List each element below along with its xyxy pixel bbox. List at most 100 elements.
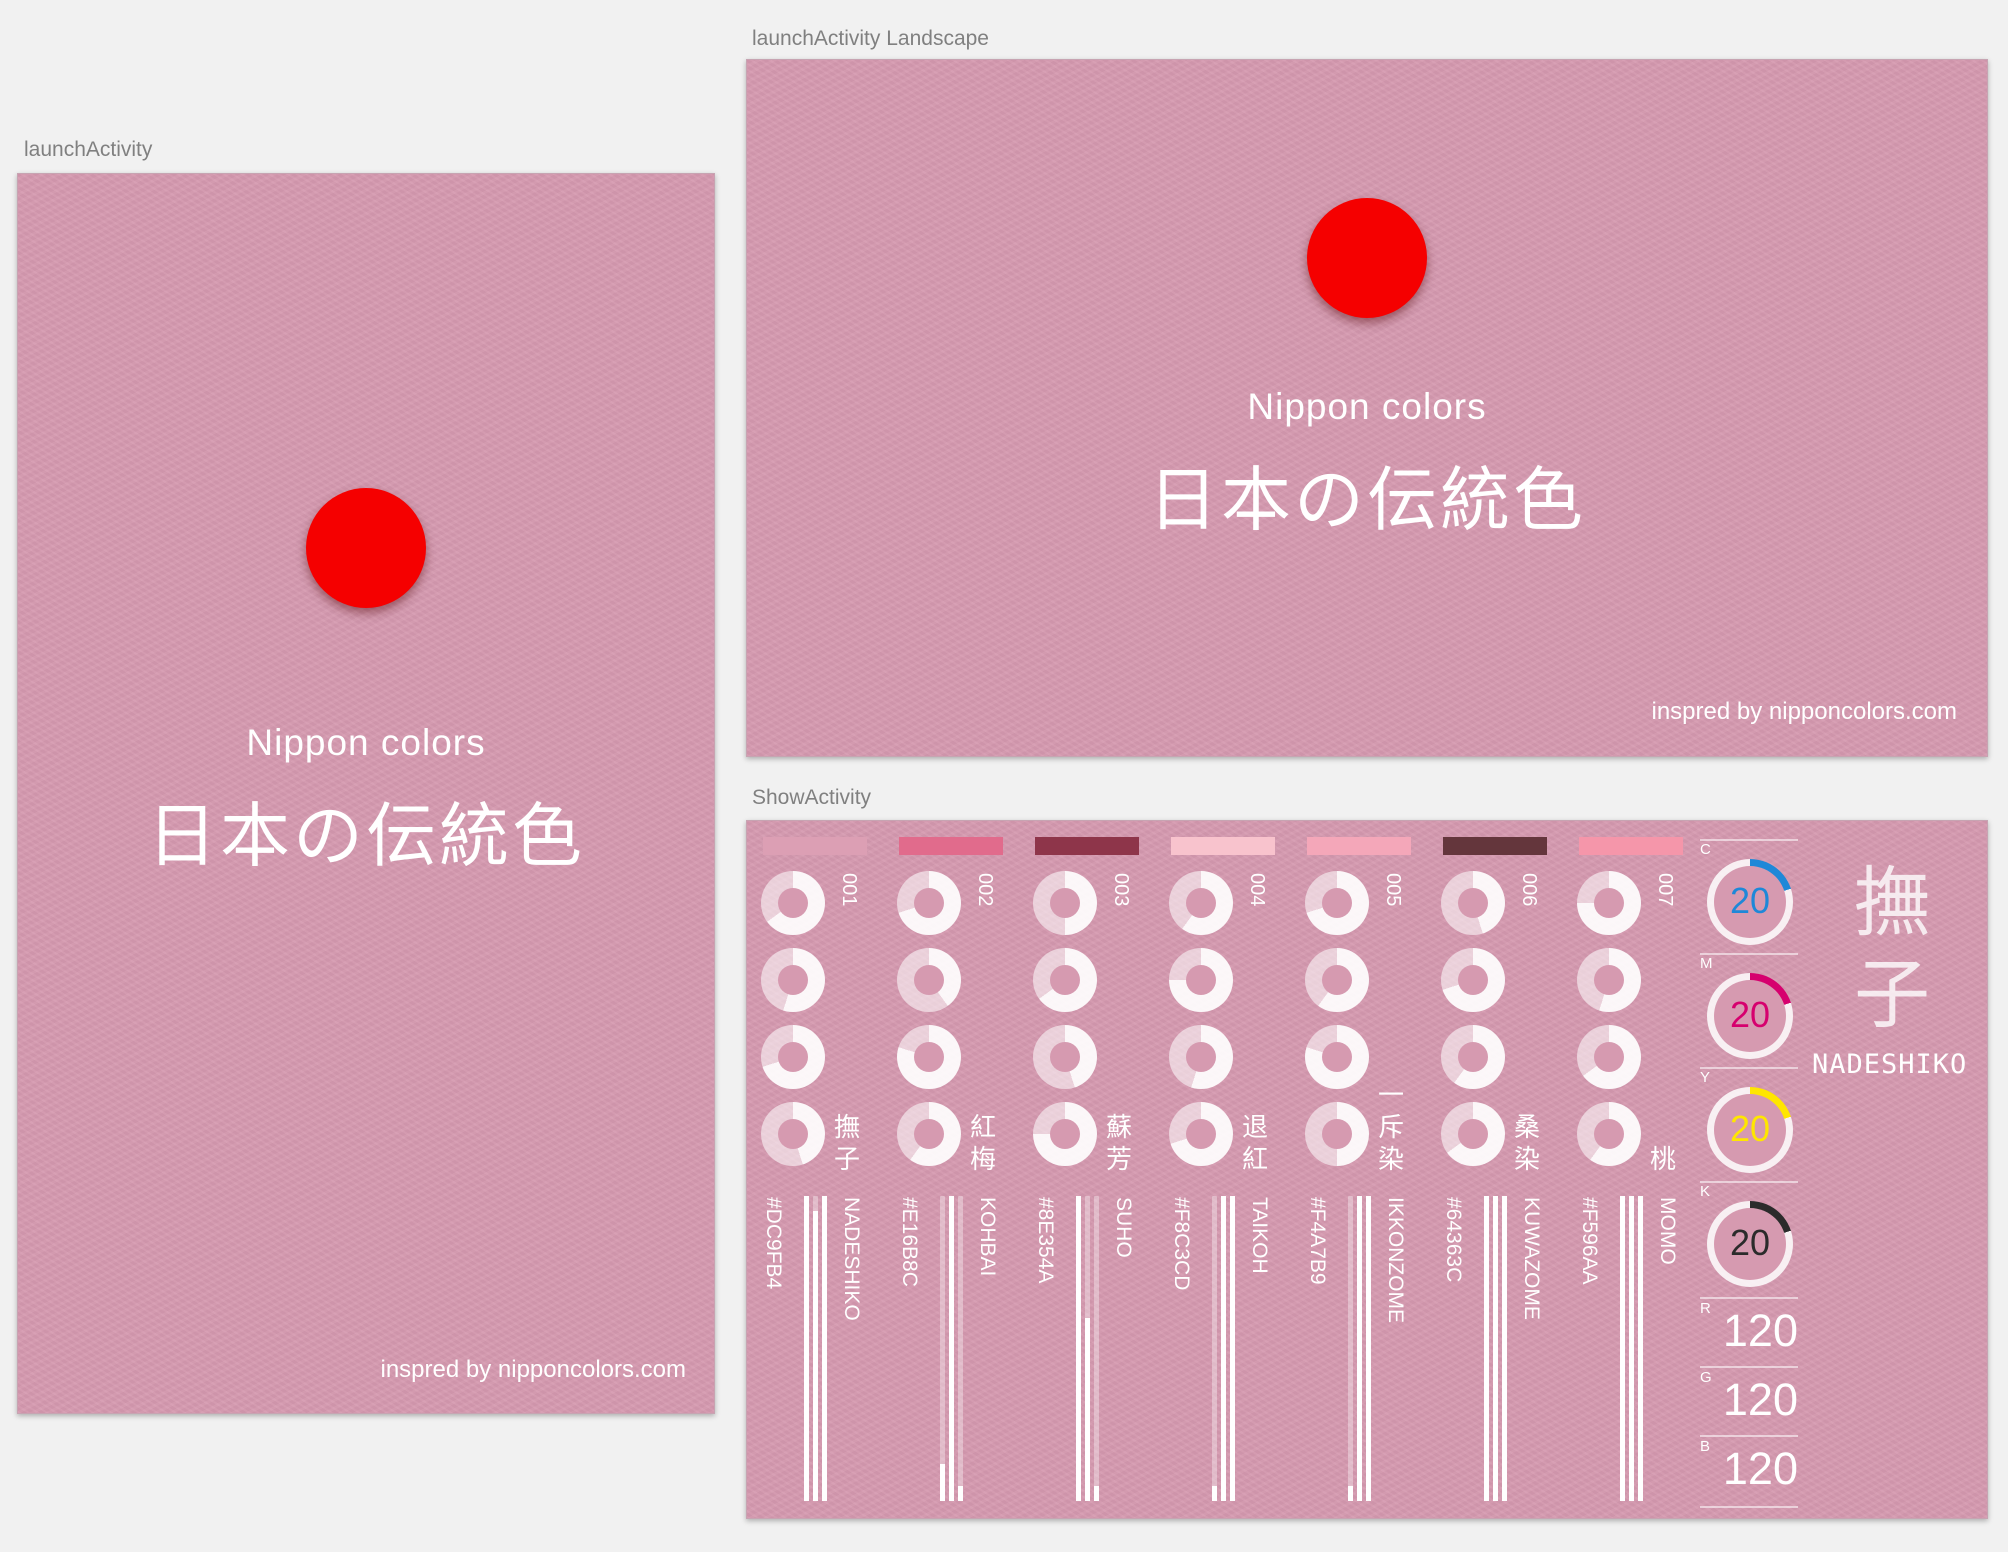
rgb-level-bar <box>1076 1196 1081 1501</box>
credit-link[interactable]: inspred by nipponcolors.com <box>381 1356 687 1384</box>
color-number: 005 <box>1382 873 1404 907</box>
color-number: 003 <box>1110 873 1132 907</box>
color-romaji: IKKONZOME <box>1384 1197 1407 1324</box>
color-hex: #8E354A <box>1034 1197 1057 1284</box>
color-column-001[interactable]: 001 撫子 #DC9FB4 NADESHIKO <box>747 821 867 1518</box>
cmyk-label: M <box>1700 955 1713 972</box>
color-kanji-char: 子 <box>833 1145 860 1175</box>
color-hex: #F596AA <box>1578 1197 1601 1285</box>
app-title-en: Nippon colors <box>246 722 486 763</box>
color-number: 007 <box>1654 873 1676 907</box>
color-number: 006 <box>1518 873 1540 907</box>
color-hex: #DC9FB4 <box>762 1197 785 1290</box>
color-ring <box>1169 948 1233 1012</box>
color-ring <box>1305 1025 1369 1089</box>
cmyk-value: 20 <box>1729 1222 1771 1263</box>
color-kanji-char: 染 <box>1513 1145 1540 1175</box>
cmyk-value: 20 <box>1729 994 1771 1035</box>
color-kanji-char: 桃 <box>1649 1145 1676 1175</box>
caption-launch-activity: launchActivity <box>24 138 153 161</box>
divider-line <box>1700 1366 1798 1368</box>
divider-line <box>1700 953 1798 955</box>
color-column-006[interactable]: 006 桑染 #64363C KUWAZOME <box>1427 821 1547 1518</box>
color-romaji: KUWAZOME <box>1520 1197 1543 1320</box>
credit-link[interactable]: inspred by nipponcolors.com <box>1652 698 1958 726</box>
color-ring <box>1033 948 1097 1012</box>
color-ring <box>761 948 825 1012</box>
color-swatch <box>899 837 1003 855</box>
color-ring <box>1305 871 1369 935</box>
color-ring <box>1033 871 1097 935</box>
color-kanji-char: 退 <box>1241 1113 1268 1143</box>
rgb-level-bar <box>940 1196 945 1501</box>
color-ring <box>1441 948 1505 1012</box>
color-romaji: MOMO <box>1656 1197 1679 1265</box>
color-column-005[interactable]: 005 一斥染 #F4A7B9 IKKONZOME <box>1291 821 1411 1518</box>
color-hex: #F8C3CD <box>1170 1197 1193 1291</box>
color-romaji: TAIKOH <box>1248 1197 1271 1274</box>
caption-launch-landscape: launchActivity Landscape <box>752 27 989 50</box>
color-ring <box>1577 948 1641 1012</box>
rgb-level-bar <box>1085 1196 1090 1501</box>
color-ring <box>1169 1025 1233 1089</box>
color-hex: #E16B8C <box>898 1197 921 1287</box>
color-romaji: NADESHIKO <box>840 1197 863 1321</box>
color-ring <box>1033 1025 1097 1089</box>
color-kanji-char: 桑 <box>1513 1113 1540 1143</box>
rgb-level-bar <box>1094 1196 1099 1501</box>
cmyk-label: C <box>1700 841 1711 858</box>
rgb-level-bar <box>1212 1196 1217 1501</box>
color-romaji: SUHO <box>1112 1197 1135 1258</box>
caption-show-activity: ShowActivity <box>752 786 872 809</box>
rising-sun-logo <box>306 488 426 608</box>
color-swatch <box>1171 837 1275 855</box>
color-ring <box>1033 1102 1097 1166</box>
rgb-level-bar <box>1493 1196 1498 1501</box>
cmyk-label: Y <box>1700 1069 1711 1086</box>
app-title-ja: 日本の伝統色 <box>1148 459 1586 541</box>
color-romaji: KOHBAI <box>976 1197 999 1277</box>
rgb-value: 120 <box>1722 1374 1798 1425</box>
color-ring <box>1305 1102 1369 1166</box>
rgb-level-bar <box>1484 1196 1489 1501</box>
color-ring <box>1169 1102 1233 1166</box>
color-kanji-char: 一 <box>1377 1081 1404 1111</box>
color-ring <box>897 1025 961 1089</box>
color-kanji-char: 蘇 <box>1105 1113 1132 1143</box>
color-number: 002 <box>974 873 996 907</box>
color-number: 004 <box>1246 873 1268 907</box>
color-ring <box>897 948 961 1012</box>
color-kanji-char: 芳 <box>1105 1145 1132 1175</box>
color-swatch <box>1579 837 1683 855</box>
color-hex: #F4A7B9 <box>1306 1197 1329 1285</box>
rgb-level-bar <box>804 1196 809 1501</box>
color-kanji-char: 斥 <box>1377 1113 1404 1143</box>
color-column-004[interactable]: 004 退紅 #F8C3CD TAIKOH <box>1155 821 1275 1518</box>
rgb-level-bar <box>1620 1196 1625 1501</box>
divider-line <box>1700 839 1798 841</box>
rgb-level-bar <box>949 1196 954 1501</box>
color-ring <box>1577 871 1641 935</box>
rgb-level-bar <box>1357 1196 1362 1501</box>
rgb-level-bar <box>1366 1196 1371 1501</box>
color-kanji-char: 梅 <box>969 1145 996 1175</box>
launch-landscape-screen: Nippon colors 日本の伝統色 inspred by nipponco… <box>746 59 1988 757</box>
color-column-002[interactable]: 002 紅梅 #E16B8C KOHBAI <box>883 821 1003 1518</box>
rgb-level-bar <box>958 1196 963 1501</box>
cmyk-label: K <box>1700 1183 1711 1200</box>
rgb-level-bar <box>822 1196 827 1501</box>
rgb-level-bar <box>1230 1196 1235 1501</box>
rising-sun-logo <box>1307 198 1427 318</box>
color-ring <box>1577 1025 1641 1089</box>
cmyk-value: 20 <box>1729 1108 1771 1149</box>
color-column-003[interactable]: 003 蘇芳 #8E354A SUHO <box>1019 821 1139 1518</box>
color-swatch <box>1443 837 1547 855</box>
color-kanji-char: 紅 <box>969 1113 996 1143</box>
color-column-007[interactable]: 007 桃 #F596AA MOMO <box>1563 821 1683 1518</box>
color-kanji-char: 撫 <box>833 1113 860 1143</box>
color-ring <box>1577 1102 1641 1166</box>
rgb-level-bar <box>1502 1196 1507 1501</box>
divider-line <box>1700 1435 1798 1437</box>
color-ring <box>1305 948 1369 1012</box>
show-activity-screen: 001 撫子 #DC9FB4 NADESHIKO 002 紅梅 #E16B8C KOHBAI 0… <box>746 820 1988 1519</box>
